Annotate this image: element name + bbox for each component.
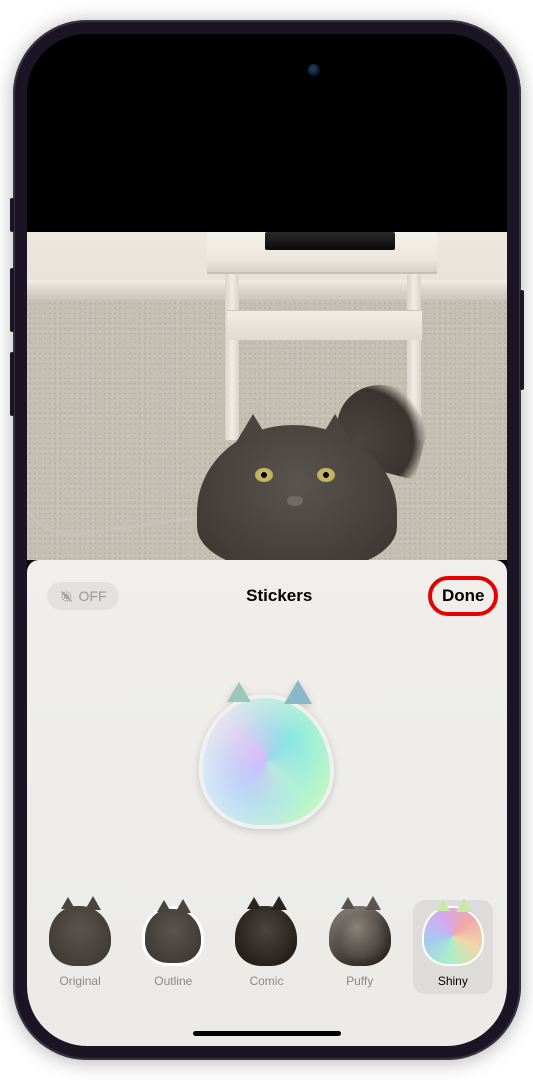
effect-label: Puffy bbox=[346, 974, 373, 988]
photo-device bbox=[265, 232, 395, 250]
effect-puffy[interactable]: Puffy bbox=[320, 900, 400, 994]
side-button-silence bbox=[10, 198, 14, 232]
panel-title: Stickers bbox=[246, 586, 312, 606]
sticker-preview-area bbox=[27, 622, 507, 900]
effect-comic[interactable]: Comic bbox=[226, 900, 306, 994]
sticker-preview[interactable] bbox=[199, 694, 334, 829]
photo-cat-eye bbox=[317, 468, 335, 482]
home-indicator[interactable] bbox=[193, 1031, 341, 1036]
effect-outline[interactable]: Outline bbox=[133, 900, 213, 994]
sticker-shiny-effect bbox=[199, 694, 334, 829]
effect-thumb-puffy bbox=[329, 906, 391, 966]
effect-label: Comic bbox=[249, 974, 283, 988]
source-photo[interactable] bbox=[27, 232, 507, 560]
effect-thumb-shiny bbox=[422, 906, 484, 966]
sticker-editor-panel: OFF Stickers Done Original bbox=[27, 560, 507, 1046]
effects-row: Original Outline Comic bbox=[27, 900, 507, 994]
done-button[interactable]: Done bbox=[440, 582, 487, 610]
side-button-power bbox=[520, 290, 524, 390]
effect-label: Original bbox=[59, 974, 100, 988]
photo-table-shelf bbox=[227, 310, 422, 340]
live-off-label: OFF bbox=[79, 588, 107, 604]
side-button-volume-down bbox=[10, 352, 14, 416]
live-off-icon bbox=[59, 589, 74, 604]
photo-baseboard bbox=[27, 280, 507, 302]
front-camera bbox=[308, 64, 320, 76]
screen: OFF Stickers Done Original bbox=[27, 34, 507, 1046]
panel-header: OFF Stickers Done bbox=[27, 560, 507, 622]
effect-shiny[interactable]: Shiny bbox=[413, 900, 493, 994]
photo-cat-eye bbox=[255, 468, 273, 482]
effect-label: Shiny bbox=[438, 974, 468, 988]
effect-original[interactable]: Original bbox=[40, 900, 120, 994]
effect-thumb-outline bbox=[142, 906, 204, 966]
side-button-volume-up bbox=[10, 268, 14, 332]
iphone-frame: OFF Stickers Done Original bbox=[13, 20, 521, 1060]
dynamic-island bbox=[204, 52, 330, 88]
photo-cat-nose bbox=[287, 496, 303, 506]
live-off-pill[interactable]: OFF bbox=[47, 582, 119, 610]
effect-thumb-comic bbox=[235, 906, 297, 966]
effect-thumb-original bbox=[49, 906, 111, 966]
effect-label: Outline bbox=[154, 974, 192, 988]
